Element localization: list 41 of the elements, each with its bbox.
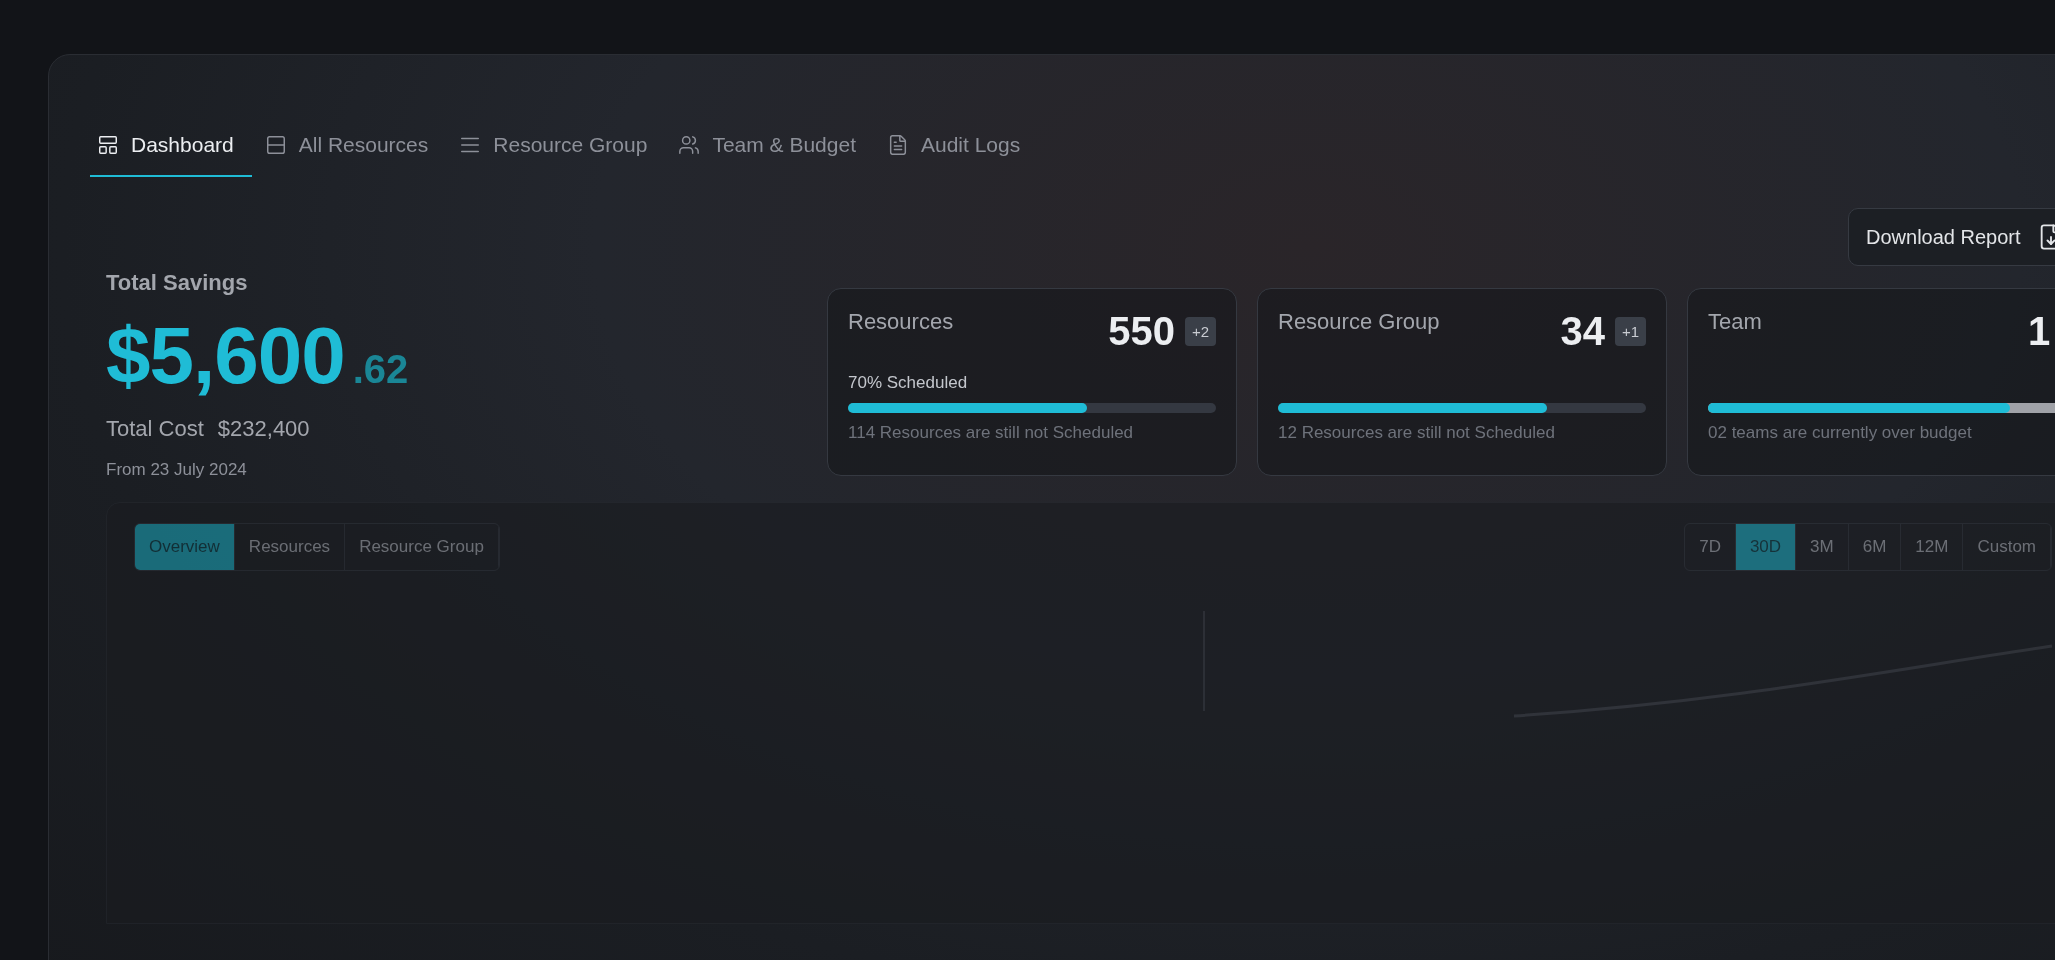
cost-value: $232,400: [217, 416, 310, 442]
range-button[interactable]: 3M: [1796, 524, 1849, 570]
range-button[interactable]: 6M: [1848, 524, 1902, 570]
card-title: Resources: [848, 309, 954, 335]
nav-tab[interactable]: All Resources: [257, 115, 447, 177]
card-caption: 70% Scheduled: [848, 373, 968, 392]
card-count: 1: [2028, 309, 2051, 354]
view-tab[interactable]: Overview: [135, 524, 235, 570]
rows-icon: [264, 134, 287, 156]
users-icon: [678, 134, 701, 156]
range-button[interactable]: 30D: [1735, 524, 1797, 570]
nav-tab[interactable]: Audit Logs: [879, 115, 1039, 177]
savings-label: Total Savings: [106, 270, 249, 296]
nav-tab[interactable]: Dashboard: [90, 115, 252, 177]
card-note: 114 Resources are still not Scheduled: [848, 423, 1135, 443]
card-note: 12 Resources are still not Scheduled: [1278, 423, 1556, 443]
layout-icon: [97, 134, 119, 156]
change-badge: +1: [1614, 317, 1646, 346]
date-note: From 23 July 2024: [106, 460, 248, 480]
tab-label: All Resources: [298, 133, 429, 157]
view-tab[interactable]: Resource Group: [345, 524, 499, 570]
tab-label: Resource Group: [493, 133, 648, 157]
nav-tab[interactable]: Team & Budget: [671, 115, 874, 177]
tab-label: Team & Budget: [712, 133, 856, 157]
view-tab[interactable]: Resources: [234, 524, 346, 570]
nav-tab[interactable]: Resource Group: [452, 115, 666, 177]
card-count: 550: [1108, 309, 1175, 354]
change-badge: +2: [1184, 317, 1216, 346]
tab-label: Audit Logs: [920, 133, 1021, 157]
card-title: Team: [1708, 309, 1762, 335]
range-button[interactable]: Custom: [1963, 524, 2051, 570]
range-button[interactable]: 7D: [1685, 524, 1736, 570]
download-report-button[interactable]: Download Report: [1848, 208, 2055, 266]
tab-label: Dashboard: [131, 133, 234, 157]
range-button[interactable]: 12M: [1901, 524, 1964, 570]
card-title: Resource Group: [1278, 309, 1440, 335]
savings-amount: $5,600: [106, 310, 345, 402]
card-count: 34: [1560, 309, 1605, 354]
cost-label: Total Cost: [106, 416, 204, 442]
card-note: 02 teams are currently over budget: [1708, 423, 1973, 443]
savings-cents: .62: [352, 347, 409, 392]
